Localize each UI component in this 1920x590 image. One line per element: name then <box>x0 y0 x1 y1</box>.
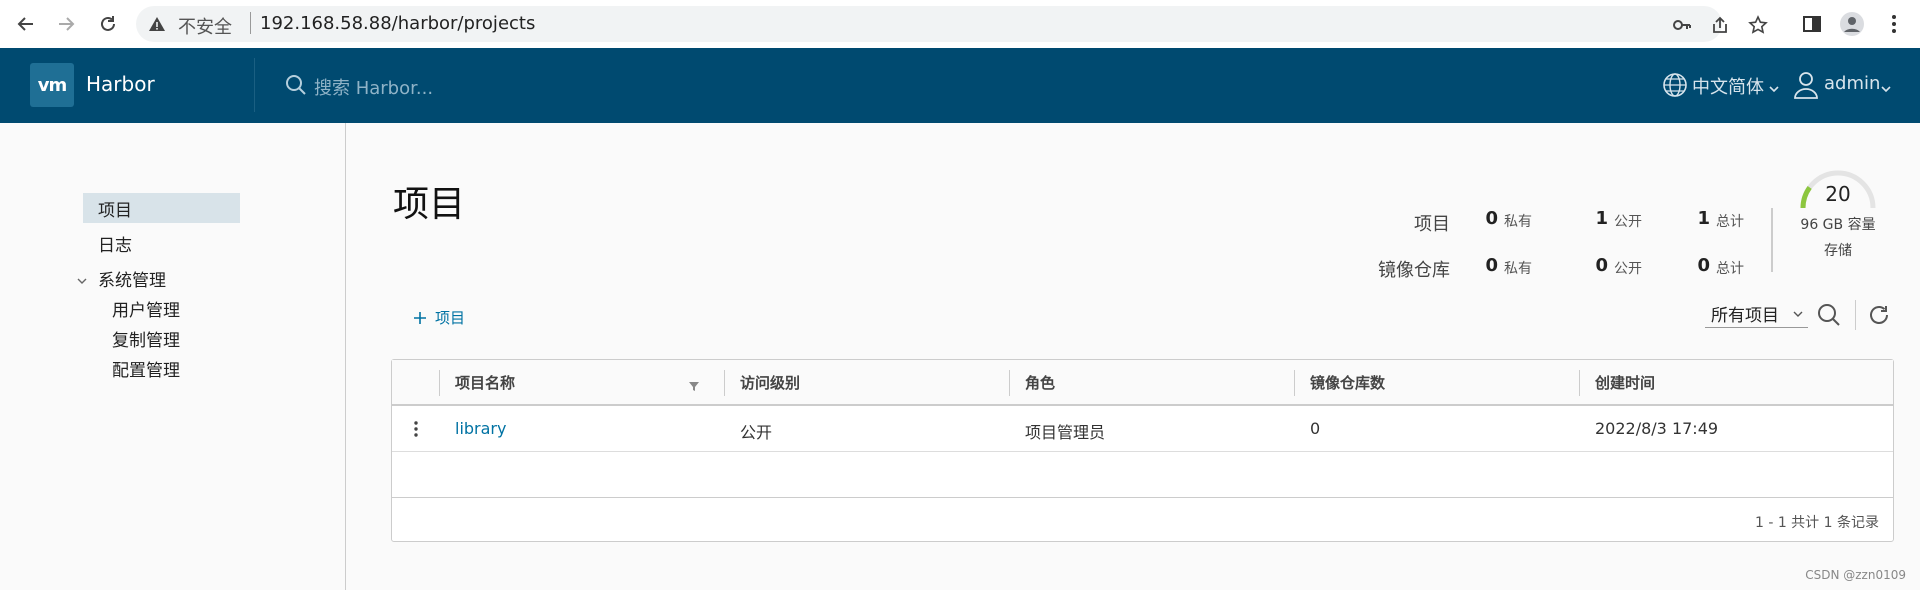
search-icon[interactable] <box>284 73 308 97</box>
sidebar-item-users[interactable]: 用户管理 <box>112 296 180 321</box>
bookmark-star-icon[interactable] <box>1748 15 1768 35</box>
profile-avatar-icon[interactable] <box>1840 12 1864 36</box>
pagination-summary: 1 - 1 共计 1 条记录 <box>1754 515 1879 531</box>
chevron-down-icon <box>1793 311 1803 317</box>
stat-repos-private: 0 <box>1485 255 1498 276</box>
storage-capacity: 96 GB 容量 <box>1800 217 1876 233</box>
user-menu[interactable]: admin <box>1824 73 1880 94</box>
globe-icon[interactable] <box>1662 72 1688 98</box>
stat-total-label: 总计 <box>1716 214 1744 230</box>
stat-total-label: 总计 <box>1716 261 1744 277</box>
chevron-down-icon[interactable] <box>1768 80 1780 93</box>
cell-creation-time: 2022/8/3 17:49 <box>1595 419 1719 438</box>
search-icon[interactable] <box>1816 302 1842 328</box>
plus-icon <box>414 311 426 324</box>
column-header-role[interactable]: 角色 <box>1025 372 1055 393</box>
row-actions-icon[interactable] <box>410 419 422 439</box>
sidebar-item-projects[interactable]: 项目 <box>98 196 132 221</box>
sidebar-item-logs[interactable]: 日志 <box>98 231 132 256</box>
storage-quota-value: 20 <box>1825 182 1851 206</box>
column-separator <box>439 370 440 396</box>
cell-access-level: 公开 <box>740 423 773 442</box>
sidebar-item-administration[interactable]: 系统管理 <box>98 266 166 291</box>
language-selector[interactable]: 中文简体 <box>1692 73 1764 99</box>
stat-repos-label: 镜像仓库 <box>1378 260 1450 281</box>
refresh-icon[interactable] <box>1866 302 1892 328</box>
column-separator[interactable] <box>1009 370 1010 396</box>
key-icon[interactable] <box>1672 15 1692 35</box>
stat-private-label: 私有 <box>1504 214 1532 230</box>
global-search-input[interactable]: 搜索 Harbor... <box>314 74 433 100</box>
chevron-down-icon[interactable] <box>1880 80 1892 93</box>
stat-repos-public: 0 <box>1595 255 1608 276</box>
user-icon[interactable] <box>1792 70 1820 100</box>
datagrid-header: 项目名称 访问级别 角色 镜像仓库数 创建时间 <box>392 360 1893 406</box>
datagrid-footer: 1 - 1 共计 1 条记录 <box>392 497 1893 541</box>
address-separator <box>250 12 251 34</box>
sidebar-item-configuration[interactable]: 配置管理 <box>112 356 180 381</box>
address-bar[interactable]: 不安全 192.168.58.88/harbor/projects <box>136 6 1768 42</box>
stat-public-label: 公开 <box>1614 261 1642 277</box>
column-header-access-level[interactable]: 访问级别 <box>740 372 800 393</box>
menu-kebab-icon[interactable] <box>1882 12 1906 36</box>
stats-divider <box>1771 208 1773 272</box>
share-icon[interactable] <box>1710 15 1730 35</box>
column-header-creation-time[interactable]: 创建时间 <box>1595 372 1655 393</box>
project-name-link[interactable]: library <box>455 419 506 438</box>
back-icon[interactable] <box>14 12 38 36</box>
stat-repos-total: 0 <box>1697 255 1710 276</box>
warning-icon[interactable] <box>148 15 166 33</box>
reload-icon[interactable] <box>96 12 120 36</box>
stat-projects-private: 0 <box>1485 208 1498 229</box>
sidebar: 项目 日志 系统管理 用户管理 复制管理 配置管理 <box>0 123 346 590</box>
cell-role: 项目管理员 <box>1025 423 1106 442</box>
column-header-repo-count[interactable]: 镜像仓库数 <box>1310 372 1385 393</box>
app-header: vm Harbor 搜索 Harbor... 中文简体 admin <box>0 48 1920 123</box>
app-name[interactable]: Harbor <box>86 72 155 96</box>
column-separator[interactable] <box>1579 370 1580 396</box>
stat-projects-label: 项目 <box>1414 214 1450 235</box>
project-filter-select[interactable]: 所有项目 <box>1705 300 1808 328</box>
chevron-down-icon[interactable] <box>76 272 88 284</box>
insecure-label: 不安全 <box>178 17 232 38</box>
column-separator[interactable] <box>724 370 725 396</box>
stat-projects-public: 1 <box>1595 208 1608 229</box>
side-panel-icon[interactable] <box>1800 12 1824 36</box>
project-filter-value: 所有项目 <box>1711 306 1779 326</box>
projects-datagrid: 项目名称 访问级别 角色 镜像仓库数 创建时间 library 公开 项目管理员… <box>391 359 1894 542</box>
stat-public-label: 公开 <box>1614 214 1642 230</box>
add-project-button[interactable]: 项目 <box>413 307 465 328</box>
stat-projects-total: 1 <box>1697 208 1710 229</box>
toolbar-divider <box>1855 300 1856 330</box>
table-row[interactable]: library 公开 项目管理员 0 2022/8/3 17:49 <box>392 406 1893 452</box>
stat-private-label: 私有 <box>1504 261 1532 277</box>
storage-label: 存储 <box>1824 243 1852 259</box>
vmware-logo[interactable]: vm <box>30 63 74 107</box>
watermark: CSDN @zzn0109 <box>1805 568 1906 582</box>
url-text[interactable]: 192.168.58.88/harbor/projects <box>260 13 535 34</box>
header-divider <box>254 58 255 112</box>
add-project-label: 项目 <box>435 309 466 327</box>
page-title: 项目 <box>393 184 466 225</box>
column-header-name[interactable]: 项目名称 <box>455 372 515 393</box>
cell-repo-count: 0 <box>1310 419 1321 438</box>
forward-icon[interactable] <box>54 12 78 36</box>
filter-icon[interactable] <box>688 377 700 391</box>
browser-toolbar: 不安全 192.168.58.88/harbor/projects <box>0 0 1920 48</box>
column-separator[interactable] <box>1294 370 1295 396</box>
sidebar-item-replications[interactable]: 复制管理 <box>112 326 180 351</box>
